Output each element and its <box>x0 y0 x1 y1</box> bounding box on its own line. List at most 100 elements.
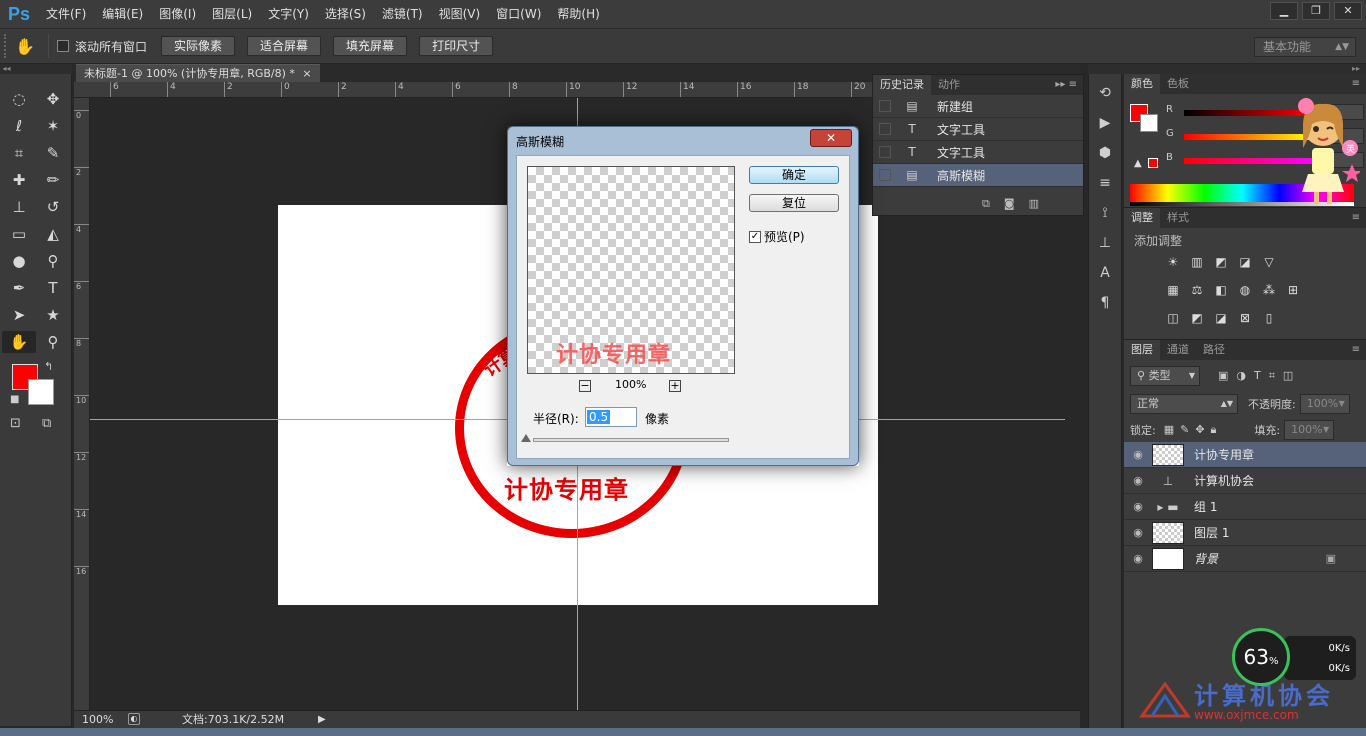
shape-tool-icon[interactable]: ★ <box>36 304 70 326</box>
history-snapshot-checkbox[interactable] <box>879 169 891 181</box>
eyedropper-tool-icon[interactable]: ✎ <box>36 142 70 164</box>
quick-mask-icon[interactable]: ⊡ <box>10 416 21 431</box>
paint-bucket-tool-icon[interactable]: ◭ <box>36 223 70 245</box>
proof-icon[interactable]: ◐ <box>128 713 140 725</box>
gamut-warning-icon[interactable]: ▲ <box>1134 158 1142 169</box>
menu-image[interactable]: 图像(I) <box>151 0 204 28</box>
channel-mixer-icon[interactable]: ⁂ <box>1260 282 1278 298</box>
default-colors-icon[interactable]: ■ <box>10 394 19 405</box>
panel-collapse-strip[interactable]: ▸▸ <box>1088 64 1366 74</box>
workspace-select[interactable]: 基本功能 ▲▼ <box>1254 37 1356 57</box>
actual-pixels-button[interactable]: 实际像素 <box>161 36 236 56</box>
panel-menu-icon[interactable]: ≡ <box>1352 208 1360 228</box>
layer-row[interactable]: ◉ 背景 ▣ <box>1124 546 1366 572</box>
new-document-icon[interactable]: ⧉ <box>982 197 1004 210</box>
layer-filter-icons[interactable]: ▣◑T⌗◫ <box>1218 369 1301 383</box>
tab-swatches[interactable]: 色板 <box>1160 74 1196 94</box>
screen-mode-icon[interactable]: ⧉ <box>42 416 51 431</box>
tab-adjustments[interactable]: 调整 <box>1124 208 1160 228</box>
layer-row[interactable]: ◉ ▸ ▬ 组 1 <box>1124 494 1366 520</box>
menu-type[interactable]: 文字(Y) <box>260 0 317 28</box>
layer-filter-select[interactable]: ⚲ 类型 ▼ <box>1130 366 1200 386</box>
brightness-icon[interactable]: ☀ <box>1164 254 1182 270</box>
paragraph-panel-icon[interactable]: ¶ <box>1089 292 1121 314</box>
menu-edit[interactable]: 编辑(E) <box>94 0 151 28</box>
tab-channels[interactable]: 通道 <box>1160 340 1196 360</box>
magic-wand-tool-icon[interactable]: ✶ <box>36 115 70 137</box>
history-snapshot-checkbox[interactable] <box>879 100 891 112</box>
tab-history[interactable]: 历史记录 <box>873 75 931 95</box>
crop-tool-icon[interactable]: ⌗ <box>2 142 36 164</box>
history-item[interactable]: ▤ 新建组 <box>873 95 1083 118</box>
history-panel-icon[interactable]: ⟲ <box>1089 82 1121 104</box>
history-snapshot-checkbox[interactable] <box>879 146 891 158</box>
tab-actions[interactable]: 动作 <box>931 75 967 95</box>
gamut-color-chip[interactable] <box>1148 158 1158 168</box>
visibility-eye-icon[interactable]: ◉ <box>1124 474 1152 487</box>
clone-stamp-tool-icon[interactable]: ⊥ <box>2 196 36 218</box>
fill-field[interactable]: 100% ▼ <box>1284 420 1335 440</box>
levels-icon[interactable]: ▥ <box>1188 254 1206 270</box>
vertical-ruler[interactable]: 0 2 4 6 8 10 12 14 16 <box>74 98 90 710</box>
restore-button[interactable]: ❐ <box>1302 2 1330 20</box>
selective-color-icon[interactable]: ⊠ <box>1236 310 1254 326</box>
pen-tool-icon[interactable]: ✒ <box>2 277 36 299</box>
character-panel-icon[interactable]: A <box>1089 262 1121 284</box>
radius-input[interactable]: 0.5 <box>585 407 637 427</box>
hand-tool-icon[interactable]: ✋ <box>2 331 36 353</box>
lock-icons[interactable]: ▦✎✥🔒︎ <box>1164 423 1223 437</box>
hue-saturation-icon[interactable]: ▦ <box>1164 282 1182 298</box>
visibility-eye-icon[interactable]: ◉ <box>1124 448 1152 461</box>
status-menu-arrow-icon[interactable]: ▶ <box>318 711 326 728</box>
color-bg-swatch[interactable] <box>1140 114 1158 132</box>
radius-slider-thumb[interactable] <box>521 434 531 442</box>
preview-toggle[interactable]: ✓ 预览(P) <box>749 228 805 245</box>
radius-slider-track[interactable] <box>533 438 729 442</box>
document-tab[interactable]: 未标题-1 @ 100% (计协专用章, RGB/8) * × <box>76 64 320 82</box>
hand-tool-preset-icon[interactable]: ✋ <box>10 37 40 56</box>
tab-layers[interactable]: 图层 <box>1124 340 1160 360</box>
menu-filter[interactable]: 滤镜(T) <box>374 0 431 28</box>
preview-checkbox[interactable]: ✓ <box>749 230 761 243</box>
black-white-icon[interactable]: ◧ <box>1212 282 1230 298</box>
layer-row[interactable]: ◉ 图层 1 <box>1124 520 1366 546</box>
color-balance-icon[interactable]: ⚖ <box>1188 282 1206 298</box>
opacity-field[interactable]: 100% ▼ <box>1299 394 1350 414</box>
panel-menu-icon[interactable]: ▸▸ ≡ <box>1055 75 1077 95</box>
blur-tool-icon[interactable]: ● <box>2 250 36 272</box>
camera-icon[interactable]: ◙ <box>1004 197 1029 210</box>
tab-styles[interactable]: 样式 <box>1160 208 1196 228</box>
healing-brush-tool-icon[interactable]: ✚ <box>2 169 36 191</box>
vibrance-icon[interactable]: ▽ <box>1260 254 1278 270</box>
menu-file[interactable]: 文件(F) <box>38 0 94 28</box>
tab-color[interactable]: 颜色 <box>1124 74 1160 94</box>
color-lookup-icon[interactable]: ⊞ <box>1284 282 1302 298</box>
menu-select[interactable]: 选择(S) <box>317 0 374 28</box>
menu-view[interactable]: 视图(V) <box>431 0 489 28</box>
marquee-tool-icon[interactable]: ◌ <box>2 88 36 110</box>
move-tool-icon[interactable]: ✥ <box>36 88 70 110</box>
gradient-map-icon[interactable]: ▯ <box>1260 310 1278 326</box>
brush-panel-icon[interactable]: ⟟ <box>1089 202 1121 224</box>
tab-paths[interactable]: 路径 <box>1196 340 1232 360</box>
path-selection-tool-icon[interactable]: ➤ <box>2 304 36 326</box>
menu-help[interactable]: 帮助(H) <box>549 0 607 28</box>
history-snapshot-checkbox[interactable] <box>879 123 891 135</box>
zoom-out-button[interactable]: − <box>579 380 591 392</box>
eraser-tool-icon[interactable]: ▭ <box>2 223 36 245</box>
exposure-icon[interactable]: ◪ <box>1236 254 1254 270</box>
visibility-eye-icon[interactable]: ◉ <box>1124 500 1152 513</box>
toolbar-collapse-strip[interactable]: ◂◂ <box>0 64 72 74</box>
history-item[interactable]: T 文字工具 <box>873 118 1083 141</box>
menu-window[interactable]: 窗口(W) <box>488 0 549 28</box>
visibility-eye-icon[interactable]: ◉ <box>1124 552 1152 565</box>
photo-filter-icon[interactable]: ◍ <box>1236 282 1254 298</box>
history-item-selected[interactable]: ▤ 高斯模糊 <box>873 164 1083 187</box>
minimize-button[interactable]: ▁ <box>1270 2 1298 20</box>
actions-panel-icon[interactable]: ▶ <box>1089 112 1121 134</box>
fit-screen-button[interactable]: 适合屏幕 <box>247 36 322 56</box>
dialog-close-button[interactable]: ✕ <box>810 129 852 147</box>
scroll-all-checkbox[interactable] <box>57 40 69 52</box>
zoom-in-button[interactable]: + <box>669 380 681 392</box>
lasso-tool-icon[interactable]: ℓ <box>2 115 36 137</box>
